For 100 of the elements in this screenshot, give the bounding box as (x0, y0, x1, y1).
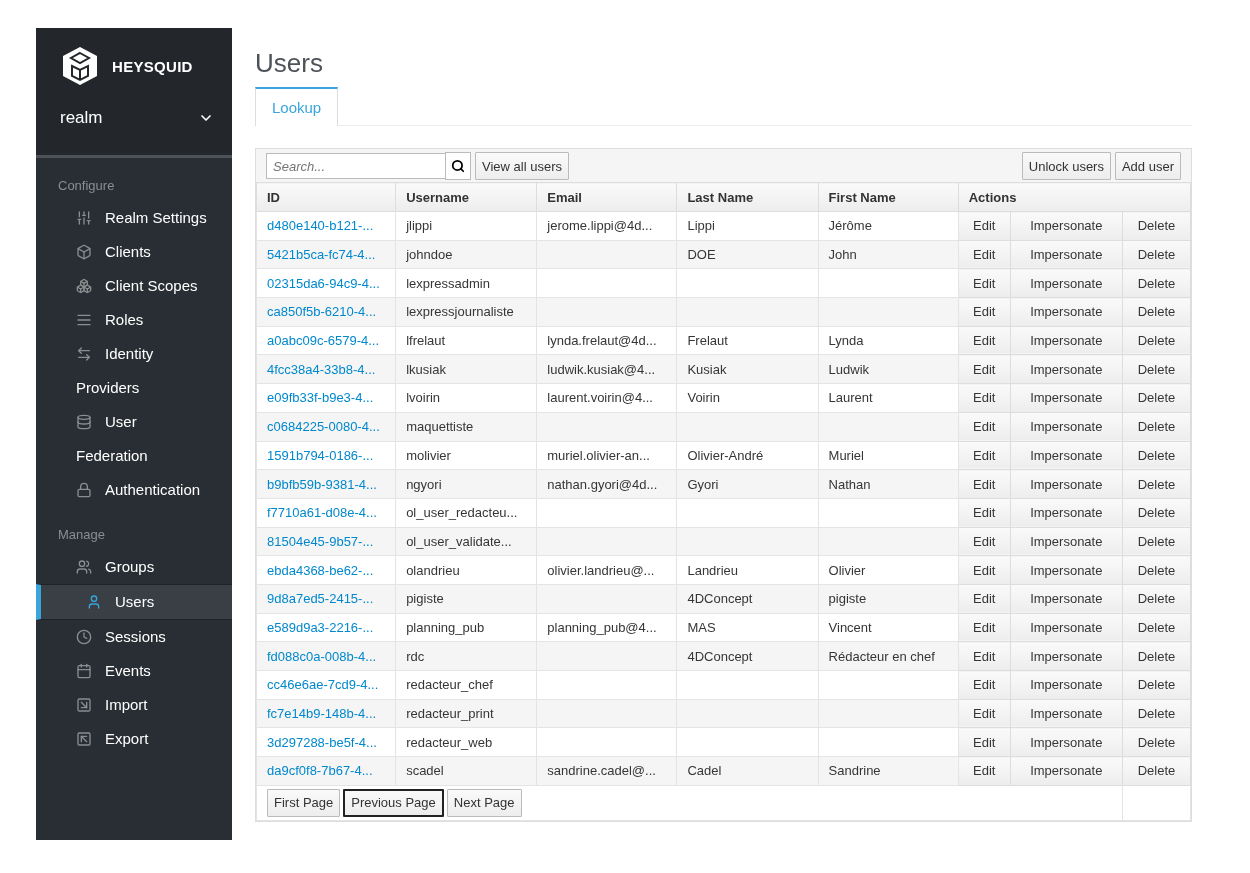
action-button[interactable]: Impersonate (1010, 670, 1123, 700)
action-button[interactable]: Impersonate (1010, 613, 1123, 642)
table-cell: Muriel (818, 441, 959, 470)
table-cell: Landrieu (676, 555, 819, 585)
nav-item[interactable]: Authentication (36, 473, 209, 507)
table-cell: ngyori (395, 469, 537, 499)
action-button[interactable]: Delete (1122, 498, 1191, 528)
table-cell: redacteur_print (395, 699, 537, 728)
arrow-square-icon (76, 731, 92, 747)
nav-item[interactable]: Events (36, 654, 209, 688)
action-button[interactable]: Delete (1122, 584, 1191, 614)
view-all-users-button[interactable]: View all users (475, 152, 569, 180)
search-button[interactable] (445, 152, 471, 180)
table-cell: Ludwik (818, 354, 959, 384)
action-button[interactable]: Delete (1122, 240, 1191, 269)
table-cell: Laurent (818, 383, 959, 413)
action-button[interactable]: Impersonate (1010, 211, 1123, 241)
logo-icon (60, 46, 100, 86)
action-button[interactable]: Edit (958, 613, 1011, 642)
nav-item[interactable]: User Federation (36, 405, 209, 473)
nav-item[interactable]: Sessions (36, 620, 209, 654)
action-button[interactable]: Impersonate (1010, 469, 1123, 499)
table-cell: Vincent (818, 613, 959, 642)
table-cell: MAS (676, 613, 819, 642)
table-cell: redacteur_chef (395, 670, 537, 700)
table-cell: pigiste (395, 584, 537, 614)
section-heading: Configure (57, 178, 116, 193)
action-button[interactable]: Impersonate (1010, 498, 1123, 528)
action-button[interactable]: Delete (1122, 297, 1191, 327)
nav-item[interactable]: Import (36, 688, 209, 722)
table-cell: olandrieu (395, 555, 537, 585)
action-button[interactable]: Impersonate (1010, 727, 1123, 757)
nav-item[interactable]: Client Scopes (36, 269, 209, 303)
table-cell: Nathan (818, 469, 959, 499)
action-button[interactable]: Delete (1122, 527, 1191, 556)
action-button[interactable]: Delete (1122, 354, 1191, 384)
action-button[interactable]: Delete (1122, 699, 1191, 728)
pagination-button[interactable]: Previous Page (343, 788, 444, 817)
nav-item[interactable]: Realm Settings (36, 201, 209, 235)
action-button[interactable]: Delete (1122, 469, 1191, 499)
realm-selector[interactable]: realm (60, 108, 214, 128)
database-icon (76, 414, 92, 430)
action-button[interactable]: Delete (1122, 670, 1191, 700)
action-button[interactable]: Delete (1122, 211, 1191, 241)
table-cell: Frelaut (676, 326, 819, 355)
action-button[interactable]: Edit (958, 527, 1011, 556)
nav-item[interactable]: Users (36, 584, 232, 620)
action-button[interactable]: Impersonate (1010, 527, 1123, 556)
action-button[interactable]: Impersonate (1010, 699, 1123, 728)
action-button[interactable]: Delete (1122, 441, 1191, 470)
action-button[interactable]: Delete (1122, 756, 1191, 786)
column-header: ID (256, 182, 396, 212)
section-heading: Manage (57, 527, 106, 542)
action-button[interactable]: Edit (958, 326, 1011, 355)
action-button[interactable]: Impersonate (1010, 383, 1123, 413)
action-button[interactable]: Impersonate (1010, 297, 1123, 327)
nav-item[interactable]: Groups (36, 550, 209, 584)
action-button[interactable]: Delete (1122, 555, 1191, 585)
table-cell: Olivier-André (676, 441, 819, 470)
action-button[interactable]: Impersonate (1010, 240, 1123, 269)
action-button[interactable]: Impersonate (1010, 268, 1123, 298)
clock-icon (76, 629, 92, 645)
nav-item[interactable]: Roles (36, 303, 209, 337)
nav-item[interactable]: Identity Providers (36, 337, 209, 405)
action-button[interactable]: Delete (1122, 412, 1191, 441)
action-button[interactable]: Impersonate (1010, 584, 1123, 614)
action-button[interactable]: Delete (1122, 268, 1191, 298)
action-button[interactable]: Delete (1122, 383, 1191, 413)
nav-item[interactable]: Export (36, 722, 209, 756)
action-button[interactable]: Impersonate (1010, 354, 1123, 384)
action-button[interactable]: Edit (958, 441, 1011, 470)
pagination-button[interactable]: Next Page (446, 788, 522, 817)
search-field[interactable]: Search... (266, 153, 446, 179)
calendar-icon (76, 663, 92, 679)
table-cell: jlippi (395, 211, 537, 241)
table-cell: John (818, 240, 959, 269)
table-cell: planning_pub (395, 613, 537, 642)
table-cell: planning_pub@4... (536, 613, 677, 642)
action-button[interactable]: Edit (958, 240, 1011, 269)
action-button[interactable]: Impersonate (1010, 641, 1123, 671)
action-button[interactable]: Impersonate (1010, 326, 1123, 355)
table-cell: rdc (395, 641, 537, 671)
action-button[interactable]: Impersonate (1010, 441, 1123, 470)
table-cell: ludwik.kusiak@4... (536, 354, 677, 384)
action-button[interactable]: Impersonate (1010, 555, 1123, 585)
pagination-button[interactable]: First Page (267, 788, 341, 817)
table-cell: lynda.frelaut@4d... (536, 326, 677, 355)
action-button[interactable]: Impersonate (1010, 756, 1123, 786)
action-button[interactable]: Delete (1122, 641, 1191, 671)
action-button[interactable]: Edit (958, 699, 1011, 728)
table-cell: muriel.olivier-an... (536, 441, 677, 470)
toolbar-button[interactable]: Unlock users (1021, 152, 1111, 180)
table-cell: Cadel (676, 756, 819, 786)
action-button[interactable]: Delete (1122, 613, 1191, 642)
brand-name: HEYSQUID (112, 57, 193, 75)
nav-item[interactable]: Clients (36, 235, 209, 269)
action-button[interactable]: Impersonate (1010, 412, 1123, 441)
action-button[interactable]: Delete (1122, 326, 1191, 355)
action-button[interactable]: Delete (1122, 727, 1191, 757)
toolbar-button[interactable]: Add user (1114, 152, 1181, 180)
